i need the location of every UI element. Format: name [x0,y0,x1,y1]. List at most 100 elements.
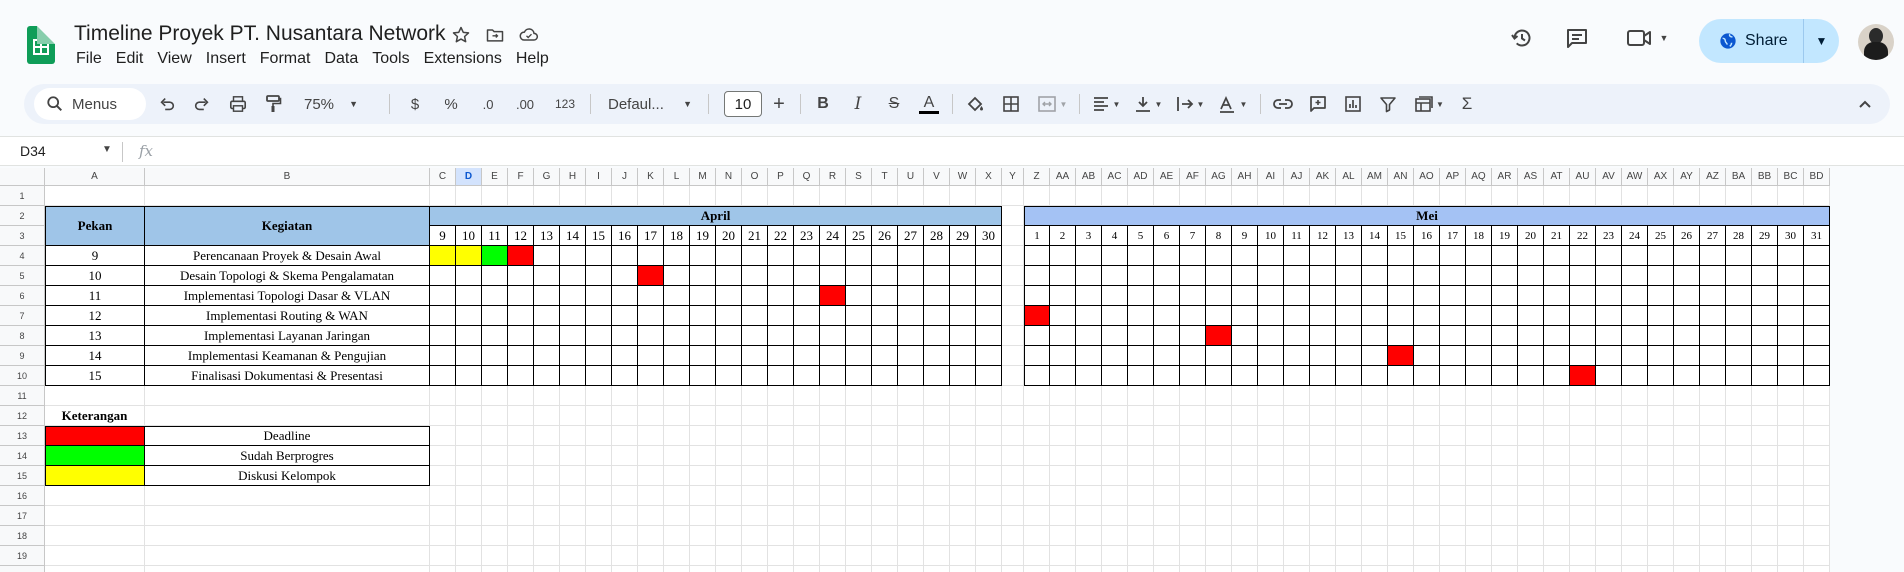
column-header[interactable]: P [768,168,794,186]
grid-cell[interactable] [1544,386,1570,406]
grid-cell[interactable] [1622,386,1648,406]
grid-cell[interactable] [1258,486,1284,506]
timeline-cell[interactable] [586,306,612,326]
timeline-cell[interactable] [924,266,950,286]
grid-cell[interactable] [1518,566,1544,572]
timeline-cell[interactable] [742,286,768,306]
grid-cell[interactable] [898,466,924,486]
grid-cell[interactable] [1128,546,1154,566]
grid-cell[interactable] [612,406,638,426]
timeline-cell[interactable] [846,306,872,326]
timeline-cell[interactable] [716,286,742,306]
grid-cell[interactable] [1206,506,1232,526]
grid-cell[interactable] [768,466,794,486]
timeline-cell[interactable] [560,286,586,306]
text-color-icon[interactable]: A [914,84,944,124]
print-icon[interactable] [223,84,253,124]
grid-cell[interactable] [1388,386,1414,406]
timeline-cell[interactable] [612,366,638,386]
grid-cell[interactable] [1414,466,1440,486]
grid-cell[interactable] [1804,426,1830,446]
grid-cell[interactable] [1232,546,1258,566]
grid-cell[interactable] [742,446,768,466]
grid-cell[interactable] [1622,446,1648,466]
grid-cell[interactable] [1648,426,1674,446]
grid-cell[interactable] [1674,466,1700,486]
row-header[interactable]: 6 [0,286,45,306]
day-mei[interactable]: 16 [1414,226,1440,246]
timeline-cell[interactable] [1362,246,1388,266]
timeline-cell[interactable] [1570,246,1596,266]
grid-cell[interactable] [846,426,872,446]
timeline-cell[interactable] [1544,326,1570,346]
timeline-cell[interactable] [1206,306,1232,326]
grid-cell[interactable] [1440,386,1466,406]
grid-cell[interactable] [820,446,846,466]
day-april[interactable]: 15 [586,226,612,246]
grid-cell[interactable] [638,466,664,486]
grid-cell[interactable] [664,506,690,526]
functions-icon[interactable]: Σ [1452,84,1482,124]
timeline-cell[interactable] [456,286,482,306]
timeline-cell[interactable] [716,266,742,286]
grid-cell[interactable] [1440,446,1466,466]
timeline-cell[interactable] [924,346,950,366]
grid-cell[interactable] [664,406,690,426]
timeline-cell[interactable] [1102,366,1128,386]
column-header[interactable]: G [534,168,560,186]
day-mei[interactable]: 7 [1180,226,1206,246]
timeline-cell[interactable] [1284,246,1310,266]
column-header[interactable]: AT [1544,168,1570,186]
timeline-cell[interactable] [716,246,742,266]
timeline-cell[interactable] [1440,306,1466,326]
timeline-cell[interactable] [1726,366,1752,386]
menus-search[interactable]: Menus [34,88,146,120]
grid-cell[interactable] [664,466,690,486]
day-mei[interactable]: 5 [1128,226,1154,246]
grid-cell[interactable] [664,426,690,446]
month-header-april[interactable]: April [430,206,1002,226]
name-box[interactable]: D34 [20,143,46,159]
grid-cell[interactable] [1570,526,1596,546]
grid-cell[interactable] [1232,506,1258,526]
timeline-cell[interactable] [1596,346,1622,366]
grid-cell[interactable] [1362,386,1388,406]
marker-deadline[interactable] [820,286,846,306]
grid-cell[interactable] [1726,406,1752,426]
column-header[interactable]: D [456,168,482,186]
timeline-cell[interactable] [846,286,872,306]
grid-cell[interactable] [1310,546,1336,566]
grid-cell[interactable] [1570,186,1596,206]
grid-cell[interactable] [1674,386,1700,406]
timeline-cell[interactable] [1180,326,1206,346]
grid-cell[interactable] [1128,526,1154,546]
timeline-cell[interactable] [1700,346,1726,366]
grid-cell[interactable] [1102,186,1128,206]
timeline-cell[interactable] [1518,266,1544,286]
insert-link-icon[interactable] [1268,84,1298,124]
day-april[interactable]: 19 [690,226,716,246]
grid-cell[interactable] [768,446,794,466]
grid-cell[interactable] [1440,426,1466,446]
day-april[interactable]: 12 [508,226,534,246]
grid-cell[interactable] [1310,186,1336,206]
timeline-cell[interactable] [976,246,1002,266]
grid-cell[interactable] [1544,406,1570,426]
grid-cell[interactable] [1180,566,1206,572]
grid-cell[interactable] [1414,186,1440,206]
column-header[interactable]: C [430,168,456,186]
grid-cell[interactable] [898,186,924,206]
timeline-cell[interactable] [1258,366,1284,386]
timeline-cell[interactable] [1050,286,1076,306]
row-header[interactable]: 14 [0,446,45,466]
row-header[interactable]: 12 [0,406,45,426]
timeline-cell[interactable] [1440,286,1466,306]
column-header[interactable]: AO [1414,168,1440,186]
day-mei[interactable]: 28 [1726,226,1752,246]
grid-cell[interactable] [1596,386,1622,406]
timeline-cell[interactable] [560,266,586,286]
timeline-cell[interactable] [1414,246,1440,266]
grid-cell[interactable] [742,486,768,506]
grid-cell[interactable] [1544,186,1570,206]
grid-cell[interactable] [1596,426,1622,446]
